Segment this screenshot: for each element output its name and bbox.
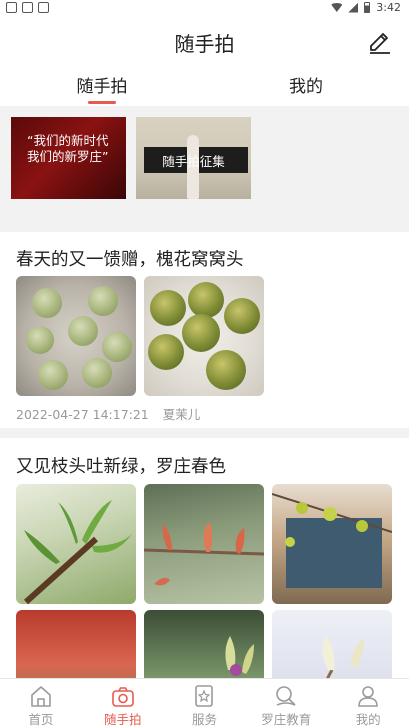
banner-strip: “我们的新时代 我们的新罗庄” 随手拍征集 (0, 106, 409, 210)
leaf-buds-image (23, 500, 132, 604)
nav-label: 我的 (355, 712, 381, 727)
nav-label: 随手拍 (103, 712, 142, 727)
bun-image (88, 286, 118, 316)
profile-icon (358, 686, 378, 707)
section-divider (0, 428, 409, 438)
camera-icon (111, 687, 134, 707)
status-bar: 3:42 (0, 0, 409, 18)
bun-image (150, 290, 186, 326)
status-indicators: 3:42 (331, 1, 401, 14)
banner-caption: “我们的新时代 我们的新罗庄” (27, 133, 109, 164)
home-icon (31, 686, 51, 707)
post-card[interactable]: 春天的又一馈赠，槐花窝窝头 2022-04-27 14:17:21 夏茉儿 (0, 232, 409, 428)
post-date: 2022-04-27 14:17:21 (16, 407, 149, 422)
post-author[interactable]: 夏茉儿 (163, 407, 201, 422)
nav-label: 首页 (28, 712, 54, 727)
bun-image (68, 316, 98, 346)
window-buds-image (272, 493, 392, 588)
post-image-green-buds-window[interactable] (272, 484, 392, 604)
bun-image (32, 288, 62, 318)
edit-pencil-icon (370, 33, 390, 54)
nav-label: 罗庄教育 (261, 712, 312, 727)
post-title: 春天的又一馈赠，槐花窝窝头 (16, 250, 244, 270)
banner-new-era[interactable]: “我们的新时代 我们的新罗庄” (11, 117, 126, 199)
notification-icon (6, 2, 17, 13)
active-tab-indicator (88, 101, 116, 104)
bun-image (206, 350, 246, 390)
post-image-steamed-buns-pan[interactable] (16, 276, 136, 396)
post-image-red-flower-buds[interactable] (144, 484, 264, 604)
tab-bar: 随手拍 我的 (0, 64, 409, 106)
banner-caption: 随手拍征集 (162, 154, 225, 169)
nav-suishoupai[interactable]: 随手拍 (82, 679, 164, 728)
status-time: 3:42 (376, 1, 401, 14)
banner-photo-collection[interactable]: 随手拍征集 (136, 117, 251, 199)
nav-education[interactable]: 罗庄教育 (245, 679, 327, 728)
notification-icons (6, 2, 49, 13)
post-image-steamed-buns-plate[interactable] (144, 276, 264, 396)
nav-service[interactable]: 服务 (164, 679, 246, 728)
post-card[interactable]: 又见枝头吐新绿，罗庄春色 (0, 438, 409, 728)
bun-image (188, 282, 224, 318)
bun-image (82, 358, 112, 388)
nav-home[interactable]: 首页 (0, 679, 82, 728)
education-icon (276, 686, 296, 706)
notification-icon (38, 2, 49, 13)
nav-label: 服务 (191, 712, 217, 727)
post-title: 又见枝头吐新绿，罗庄春色 (16, 457, 226, 477)
bottom-navigation: 首页 随手拍 服务 罗庄教育 我的 (0, 678, 409, 728)
notification-icon (22, 2, 33, 13)
bun-image (182, 314, 220, 352)
post-image-green-leaf-buds[interactable] (16, 484, 136, 604)
flower-buds-image (144, 522, 264, 586)
tab-mine[interactable]: 我的 (246, 72, 366, 97)
bun-image (224, 298, 260, 334)
page-title: 随手拍 (174, 32, 235, 56)
nav-profile[interactable]: 我的 (327, 679, 409, 728)
signal-icon (348, 2, 359, 13)
post-meta: 2022-04-27 14:17:21 夏茉儿 (16, 404, 200, 423)
service-icon (195, 685, 214, 707)
section-divider (0, 210, 409, 232)
tab-suishoupai[interactable]: 随手拍 (42, 72, 162, 97)
bun-image (26, 326, 54, 354)
bun-image (38, 360, 68, 390)
bun-image (148, 334, 184, 370)
page-header: 随手拍 (0, 18, 409, 64)
battery-icon (364, 2, 371, 13)
bun-image (102, 332, 132, 362)
wifi-icon (331, 3, 343, 12)
edit-button[interactable] (363, 24, 395, 56)
